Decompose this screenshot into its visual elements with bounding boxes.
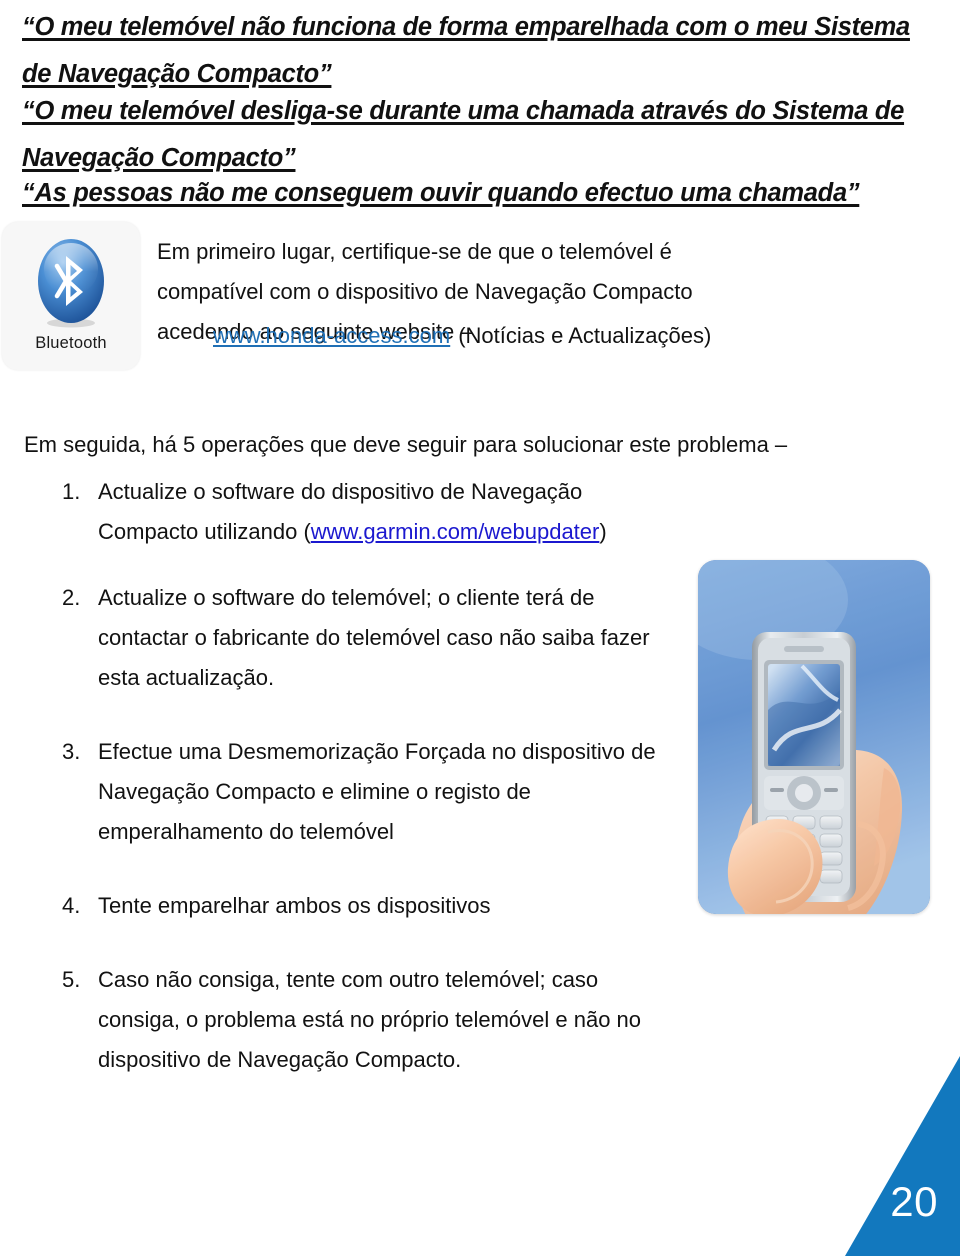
quote-heading-3: “As pessoas não me conseguem ouvir quand… [22, 170, 912, 217]
quote-heading-1: “O meu telemóvel não funciona de forma e… [22, 4, 912, 98]
list-item: 5. Caso não consiga, tente com outro tel… [58, 960, 688, 1080]
quote-heading-3-text: “As pessoas não me conseguem ouvir quand… [22, 179, 860, 207]
bluetooth-icon [33, 236, 109, 330]
quote-heading-1-text: “O meu telemóvel não funciona de forma e… [22, 13, 910, 88]
step-number: 2. [62, 585, 81, 610]
step-text: Actualize o software do telemóvel; o cli… [98, 585, 650, 690]
bluetooth-badge: Bluetooth [2, 222, 140, 370]
step-text: Tente emparelhar ambos os dispositivos [98, 893, 491, 918]
intro-link-suffix: (Notícias e Actualizações) [458, 323, 712, 348]
lead-line: Em seguida, há 5 operações que deve segu… [24, 432, 788, 457]
list-item: 1. Actualize o software do dispositivo d… [58, 472, 688, 552]
step-number: 5. [62, 967, 81, 992]
step-number: 3. [62, 739, 81, 764]
step-text: Actualize o software do dispositivo de N… [98, 472, 684, 552]
bluetooth-badge-label: Bluetooth [35, 334, 107, 352]
steps-list: 1. Actualize o software do dispositivo d… [58, 472, 688, 1106]
step-number: 1. [62, 479, 81, 504]
quote-heading-2-text: “O meu telemóvel desliga-se durante uma … [22, 97, 905, 172]
corner-accent-triangle [770, 1056, 960, 1256]
list-item: 2. Actualize o software do telemóvel; o … [58, 578, 688, 698]
mobile-phone-in-hand-photo [698, 560, 930, 914]
list-item: 4. Tente emparelhar ambos os dispositivo… [58, 886, 688, 926]
step-text: Caso não consiga, tente com outro telemó… [98, 967, 642, 1072]
list-item: 3. Efectue uma Desmemorização Forçada no… [58, 732, 688, 852]
intro-link-line: www.honda-access.com (Notícias e Actualiz… [213, 316, 711, 356]
step-number: 4. [62, 893, 81, 918]
page-number: 20 [890, 1178, 938, 1225]
garmin-webupdater-link[interactable]: www.garmin.com/webupdater [311, 519, 600, 544]
slide-page: “O meu telemóvel não funciona de forma e… [0, 0, 960, 1256]
honda-access-link[interactable]: www.honda-access.com [213, 323, 450, 348]
quote-heading-2: “O meu telemóvel desliga-se durante uma … [22, 88, 912, 182]
step-text-after: ) [599, 519, 607, 544]
step-text: Efectue uma Desmemorização Forçada no di… [98, 739, 656, 844]
